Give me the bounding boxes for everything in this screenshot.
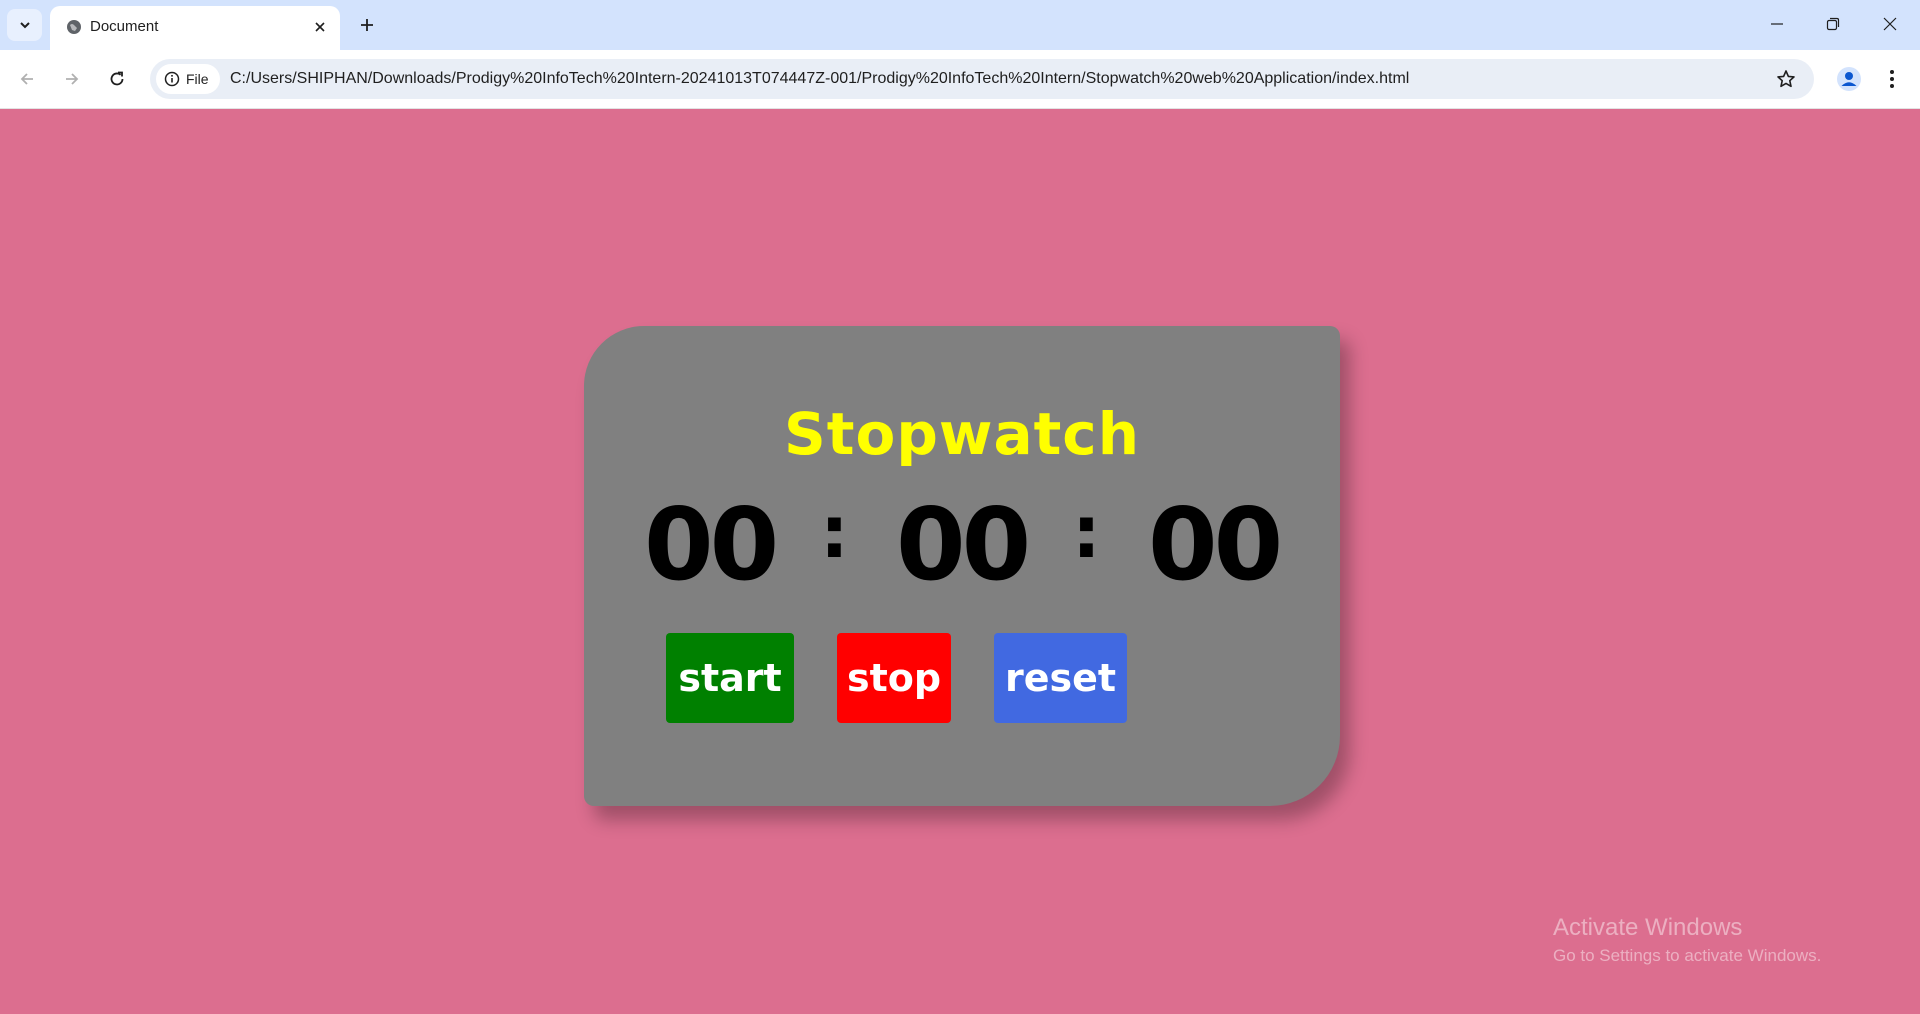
close-icon — [1883, 17, 1897, 31]
windows-activation-watermark: Activate Windows Go to Settings to activ… — [1553, 914, 1821, 966]
address-bar[interactable]: File C:/Users/SHIPHAN/Downloads/Prodigy%… — [150, 59, 1814, 99]
arrow-right-icon — [66, 73, 79, 85]
close-window-button[interactable] — [1862, 0, 1918, 48]
arrow-left-icon — [20, 73, 33, 85]
back-button[interactable] — [11, 63, 43, 95]
plus-icon — [361, 19, 373, 31]
minimize-button[interactable] — [1749, 0, 1805, 48]
url-text[interactable]: C:/Users/SHIPHAN/Downloads/Prodigy%20Inf… — [230, 70, 1409, 88]
watermark-title: Activate Windows — [1553, 914, 1743, 941]
timer-hours: 00 — [644, 486, 779, 603]
forward-button[interactable] — [56, 63, 88, 95]
tab-strip: Document — [0, 0, 1920, 50]
timer-minutes: 00 — [896, 486, 1031, 603]
stopwatch-card: Stopwatch 00 : 00 : 00 start stop reset — [584, 326, 1340, 806]
tab-search-button[interactable] — [7, 9, 42, 41]
browser-menu-button[interactable] — [1876, 63, 1908, 95]
restore-icon — [1826, 17, 1840, 31]
person-icon — [1837, 67, 1861, 91]
close-icon — [315, 22, 325, 32]
timer-display: 00 : 00 : 00 — [584, 486, 1340, 603]
new-tab-button[interactable] — [351, 9, 383, 41]
star-icon — [1777, 70, 1795, 88]
stopwatch-title: Stopwatch — [784, 400, 1140, 468]
start-button[interactable]: start — [666, 633, 794, 723]
globe-icon — [64, 17, 84, 37]
reload-icon — [110, 71, 124, 86]
chevron-down-icon — [19, 22, 30, 29]
site-chip-label: File — [186, 71, 209, 87]
timer-separator: : — [820, 490, 849, 574]
stop-button[interactable]: stop — [837, 633, 951, 723]
watermark-subtitle: Go to Settings to activate Windows. — [1553, 946, 1822, 965]
minimize-icon — [1771, 23, 1783, 25]
profile-button[interactable] — [1833, 63, 1865, 95]
reload-button[interactable] — [101, 63, 133, 95]
browser-toolbar: File C:/Users/SHIPHAN/Downloads/Prodigy%… — [0, 50, 1920, 109]
timer-separator: : — [1072, 490, 1101, 574]
browser-tab[interactable]: Document — [50, 6, 340, 50]
tab-title: Document — [90, 18, 159, 35]
kebab-menu-icon — [1890, 70, 1894, 88]
reset-button[interactable]: reset — [994, 633, 1127, 723]
site-info-chip[interactable]: File — [156, 64, 220, 94]
bookmark-button[interactable] — [1772, 65, 1800, 93]
info-icon — [164, 71, 180, 87]
restore-button[interactable] — [1805, 0, 1861, 48]
timer-seconds: 00 — [1148, 486, 1283, 603]
tab-close-button[interactable] — [308, 15, 332, 39]
